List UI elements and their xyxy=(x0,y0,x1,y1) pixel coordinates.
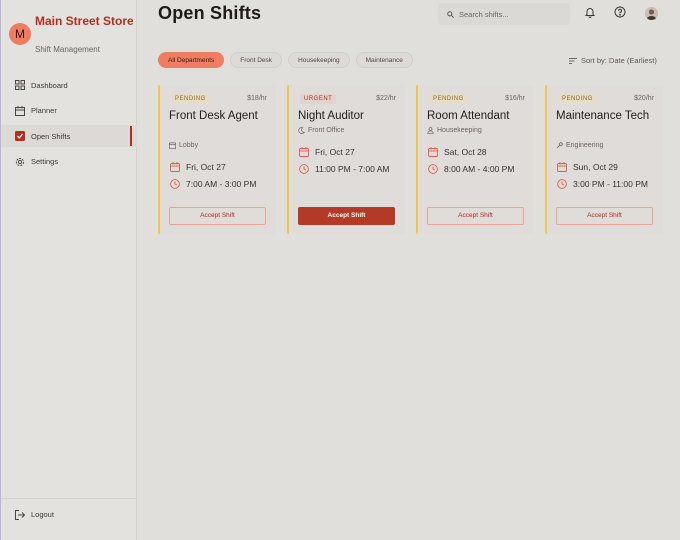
date-label: Fri, Oct 27 xyxy=(186,162,226,172)
check-square-icon xyxy=(15,131,25,141)
building-icon xyxy=(169,142,176,149)
sidebar-item-label: Planner xyxy=(31,106,57,115)
date-label: Sat, Oct 28 xyxy=(444,147,487,157)
sidebar-item-label: Open Shifts xyxy=(31,131,71,141)
shift-date: Sat, Oct 28 xyxy=(428,147,487,157)
calendar-icon xyxy=(170,162,180,172)
shift-time: 3:00 PM - 11:00 PM xyxy=(557,179,648,189)
brand-avatar: M xyxy=(9,23,31,45)
sidebar-item-dashboard[interactable]: Dashboard xyxy=(1,74,137,96)
time-label: 7:00 AM - 3:00 PM xyxy=(186,179,257,189)
wrench-icon xyxy=(556,142,563,149)
shift-role: Night Auditor xyxy=(298,110,364,122)
user-avatar[interactable] xyxy=(645,7,658,20)
location-label: Housekeeping xyxy=(437,127,482,134)
sidebar-item-label: Settings xyxy=(31,157,59,166)
bell-icon[interactable] xyxy=(584,6,596,18)
clock-icon xyxy=(557,179,567,189)
shift-time: 8:00 AM - 4:00 PM xyxy=(428,164,514,174)
grid-icon xyxy=(15,80,25,90)
clock-icon xyxy=(428,164,438,174)
gear-icon xyxy=(15,157,25,166)
time-label: 11:00 PM - 7:00 AM xyxy=(315,164,390,174)
sidebar: M Main Street Store Shift Management Das… xyxy=(0,0,137,540)
brand-subtitle: Shift Management xyxy=(35,45,100,54)
pay-rate: $16/hr xyxy=(505,95,525,102)
calendar-icon xyxy=(299,147,309,157)
shift-card: PENDING $18/hr Front Desk Agent Lobby Fr… xyxy=(158,85,276,234)
department-filters: All Departments Front Desk Housekeeping … xyxy=(158,52,419,68)
moon-icon xyxy=(298,127,305,134)
sort-icon xyxy=(569,57,577,64)
page-title: Open Shifts xyxy=(158,3,262,23)
shift-time: 7:00 AM - 3:00 PM xyxy=(170,179,256,189)
shift-time: 11:00 PM - 7:00 AM xyxy=(299,164,390,174)
pay-rate: $22/hr xyxy=(376,95,396,102)
filter-chip-front-desk[interactable]: Front Desk xyxy=(230,52,283,68)
search-icon xyxy=(447,10,454,18)
shift-role: Maintenance Tech xyxy=(556,110,650,122)
shift-role: Room Attendant xyxy=(427,110,510,122)
sort-label: Sort by: Date (Earliest) xyxy=(581,56,657,65)
sidebar-item-open-shifts[interactable]: Open Shifts xyxy=(1,125,137,147)
time-label: 3:00 PM - 11:00 PM xyxy=(573,179,648,189)
logout-icon xyxy=(15,509,25,520)
shift-card: PENDING $16/hr Room Attendant Housekeepi… xyxy=(416,85,534,234)
sidebar-nav: Dashboard Planner Open Shifts Settings xyxy=(1,74,137,176)
user-photo-icon xyxy=(645,7,658,20)
accept-shift-button[interactable]: Accept Shift xyxy=(169,207,266,225)
accept-shift-button[interactable]: Accept Shift xyxy=(298,207,395,225)
calendar-icon xyxy=(557,162,567,172)
location-label: Front Office xyxy=(308,127,345,134)
calendar-icon xyxy=(15,105,25,116)
sidebar-item-planner[interactable]: Planner xyxy=(1,100,137,122)
person-icon xyxy=(427,127,434,134)
shift-date: Fri, Oct 27 xyxy=(170,162,226,172)
shift-card: PENDING $20/hr Maintenance Tech Engineer… xyxy=(545,85,663,234)
search-box[interactable] xyxy=(438,3,570,25)
calendar-icon xyxy=(428,147,438,157)
location-label: Lobby xyxy=(179,142,199,149)
location-label: Engineering xyxy=(566,142,604,149)
clock-icon xyxy=(170,179,180,189)
sort-dropdown[interactable]: Sort by: Date (Earliest) xyxy=(569,56,657,65)
sidebar-item-label: Dashboard xyxy=(31,80,68,90)
filter-chip-maintenance[interactable]: Maintenance xyxy=(355,52,413,68)
brand-name: Main Street Store xyxy=(35,14,134,28)
pay-rate: $20/hr xyxy=(634,95,654,102)
shift-location: Housekeeping xyxy=(427,127,482,134)
shift-location: Lobby xyxy=(169,142,198,149)
shift-card: URGENT $22/hr Night Auditor Front Office… xyxy=(287,85,405,234)
status-badge: PENDING xyxy=(171,94,210,104)
shift-location: Engineering xyxy=(556,142,603,149)
help-icon[interactable] xyxy=(614,6,626,18)
logout-label: Logout xyxy=(31,510,54,519)
shift-date: Fri, Oct 27 xyxy=(299,147,355,157)
date-label: Fri, Oct 27 xyxy=(315,147,355,157)
pay-rate: $18/hr xyxy=(247,95,267,102)
logout-button[interactable]: Logout xyxy=(1,498,137,530)
status-badge: PENDING xyxy=(429,94,468,104)
shift-role: Front Desk Agent xyxy=(169,110,258,122)
status-badge: PENDING xyxy=(558,94,597,104)
filter-chip-all-departments[interactable]: All Departments xyxy=(158,52,225,68)
search-input[interactable] xyxy=(459,9,569,19)
sidebar-item-settings[interactable]: Settings xyxy=(1,151,137,173)
accept-shift-button[interactable]: Accept Shift xyxy=(427,207,524,225)
status-badge: URGENT xyxy=(300,94,337,104)
filter-chip-housekeeping[interactable]: Housekeeping xyxy=(288,52,350,68)
time-label: 8:00 AM - 4:00 PM xyxy=(444,164,515,174)
app-root: M Main Street Store Shift Management Das… xyxy=(0,0,680,540)
shift-location: Front Office xyxy=(298,127,344,134)
shift-date: Sun, Oct 29 xyxy=(557,162,618,172)
date-label: Sun, Oct 29 xyxy=(573,162,618,172)
accept-shift-button[interactable]: Accept Shift xyxy=(556,207,653,225)
clock-icon xyxy=(299,164,309,174)
